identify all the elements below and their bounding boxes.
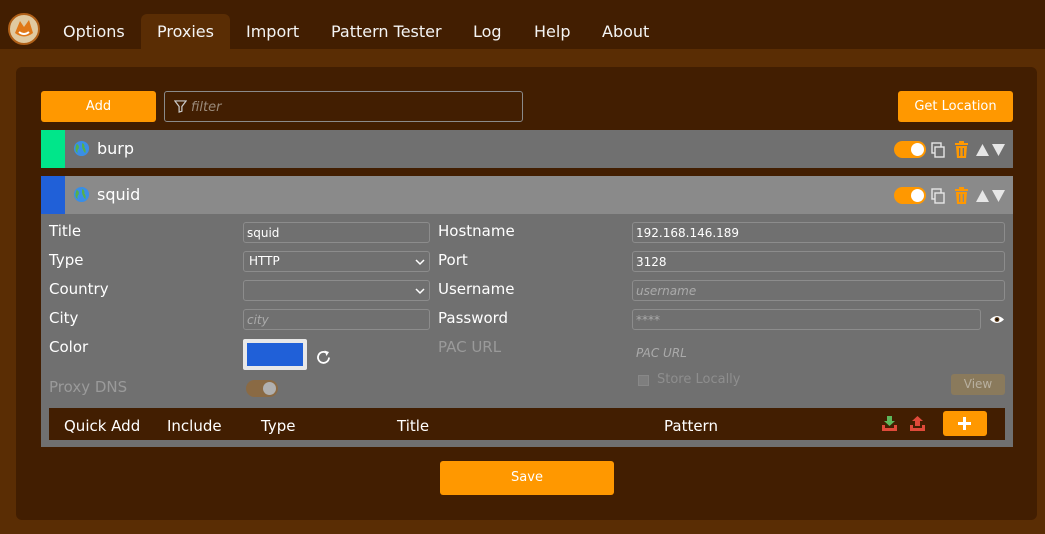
globe-icon: [73, 186, 90, 203]
add-button[interactable]: Add: [41, 91, 156, 122]
tab-import[interactable]: Import: [231, 14, 314, 49]
import-patterns-icon[interactable]: [881, 415, 898, 432]
column-quick-add: Quick Add: [64, 417, 141, 435]
city-input[interactable]: [243, 309, 430, 330]
column-type: Type: [261, 417, 296, 435]
move-up-icon[interactable]: [976, 144, 989, 156]
column-pattern: Pattern: [664, 417, 718, 435]
username-label: Username: [438, 280, 515, 298]
globe-icon: [73, 140, 90, 157]
color-picker[interactable]: [243, 339, 307, 370]
type-select[interactable]: HTTP: [243, 251, 430, 272]
proxy-name: squid: [97, 185, 141, 204]
randomize-color-icon[interactable]: [315, 349, 332, 366]
username-input[interactable]: [632, 280, 1005, 301]
proxy-color-bar: [41, 176, 65, 214]
show-password-icon[interactable]: [989, 314, 1005, 325]
title-label: Title: [49, 222, 82, 240]
delete-icon[interactable]: [954, 187, 969, 204]
duplicate-icon[interactable]: [931, 142, 945, 158]
chevron-down-icon: [415, 259, 425, 266]
proxy-enable-toggle[interactable]: [894, 187, 926, 204]
move-up-icon[interactable]: [976, 190, 989, 202]
proxy-row-squid[interactable]: squid: [41, 176, 1013, 214]
proxy-dns-label: Proxy DNS: [49, 378, 128, 396]
filter-icon: [174, 100, 187, 113]
tab-pattern-tester[interactable]: Pattern Tester: [316, 14, 457, 49]
move-down-icon[interactable]: [992, 190, 1005, 202]
hostname-input[interactable]: [632, 222, 1005, 243]
top-nav: Options Proxies Import Pattern Tester Lo…: [0, 0, 1045, 49]
chevron-down-icon: [415, 288, 425, 295]
country-label: Country: [49, 280, 109, 298]
pac-url-label: PAC URL: [438, 338, 502, 356]
type-label: Type: [49, 251, 84, 269]
tab-proxies[interactable]: Proxies: [141, 14, 230, 49]
tab-about[interactable]: About: [587, 14, 664, 49]
tab-log[interactable]: Log: [458, 14, 517, 49]
hostname-label: Hostname: [438, 222, 515, 240]
proxy-dns-toggle[interactable]: [246, 380, 278, 397]
filter-field[interactable]: [164, 91, 523, 122]
get-location-button[interactable]: Get Location: [898, 91, 1013, 122]
city-label: City: [49, 309, 79, 327]
export-patterns-icon[interactable]: [909, 415, 926, 432]
add-pattern-button[interactable]: [943, 411, 987, 436]
proxy-enable-toggle[interactable]: [894, 141, 926, 158]
password-input[interactable]: [632, 309, 981, 330]
duplicate-icon[interactable]: [931, 188, 945, 204]
pattern-table-header: Quick Add Include Type Title Pattern: [49, 408, 1005, 440]
view-pac-button[interactable]: View: [951, 374, 1005, 395]
delete-icon[interactable]: [954, 141, 969, 158]
password-label: Password: [438, 309, 509, 327]
tab-options[interactable]: Options: [48, 14, 140, 49]
proxy-color-bar: [41, 130, 65, 168]
port-input[interactable]: [632, 251, 1005, 272]
title-input[interactable]: [243, 222, 430, 243]
type-select-value: HTTP: [249, 254, 280, 268]
country-select[interactable]: [243, 280, 430, 301]
proxy-name: burp: [97, 139, 135, 158]
column-title: Title: [397, 417, 430, 435]
tab-help[interactable]: Help: [519, 14, 585, 49]
plus-icon: [958, 417, 971, 430]
filter-input[interactable]: [191, 97, 511, 117]
pac-url-input[interactable]: [632, 342, 1005, 363]
color-label: Color: [49, 338, 89, 356]
move-down-icon[interactable]: [992, 144, 1005, 156]
store-locally-checkbox[interactable]: [638, 375, 649, 386]
foxyproxy-logo: [8, 13, 40, 45]
store-locally-label: Store Locally: [657, 372, 741, 387]
column-include: Include: [167, 417, 222, 435]
save-button[interactable]: Save: [440, 461, 614, 495]
port-label: Port: [438, 251, 468, 269]
proxy-row-burp[interactable]: burp: [41, 130, 1013, 168]
